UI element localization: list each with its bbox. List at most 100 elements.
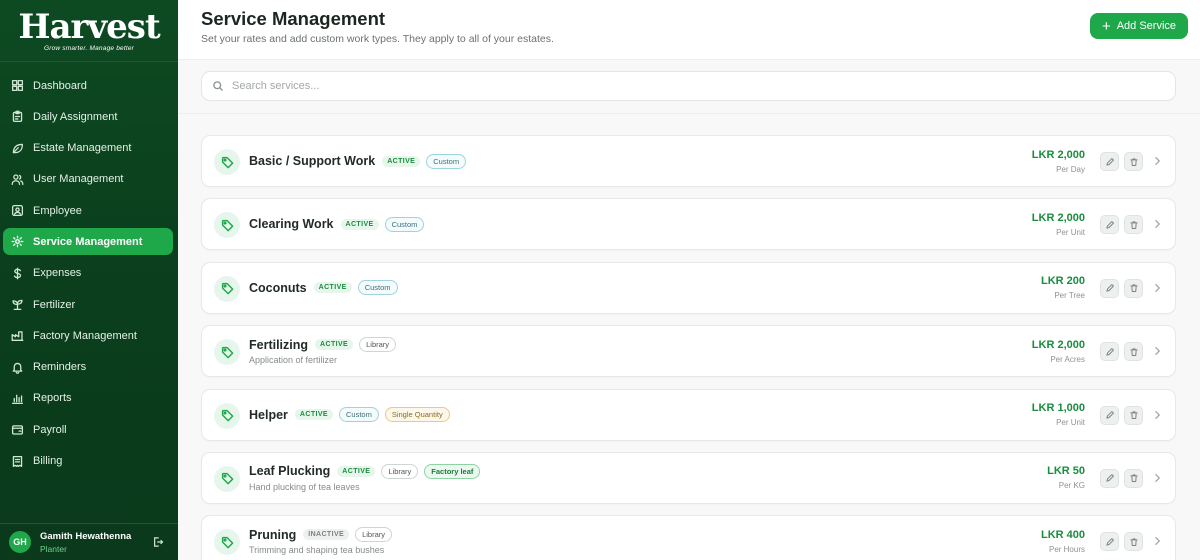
chevron-right-icon[interactable]: [1151, 409, 1163, 421]
service-unit: Per Acres: [1050, 354, 1085, 364]
edit-button[interactable]: [1100, 215, 1119, 235]
add-service-button[interactable]: + Add Service: [1090, 13, 1188, 39]
service-price: LKR 50: [1047, 465, 1085, 478]
price-box: LKR 50 Per KG: [1047, 465, 1085, 490]
service-name: Fertilizing: [249, 337, 309, 352]
pencil-icon: [1105, 411, 1114, 419]
service-card[interactable]: Helper ACTIVE Custom Single Quantity LKR …: [201, 388, 1176, 441]
pencil-icon: [1105, 474, 1114, 483]
delete-button[interactable]: [1124, 405, 1143, 425]
chevron-right-icon[interactable]: [1151, 345, 1163, 357]
sidebar-item-expenses[interactable]: Expenses: [3, 260, 173, 287]
chevron-right-icon[interactable]: [1151, 155, 1163, 167]
service-chip: Single Quantity: [384, 407, 450, 423]
sidebar-item-fertilizer[interactable]: Fertilizer: [3, 291, 173, 318]
service-description: Application of fertilizer: [249, 355, 338, 366]
brand-logo[interactable]: Harvest Grow smarter. Manage better: [0, 0, 178, 62]
edit-button[interactable]: [1100, 342, 1119, 362]
service-chip: Library: [359, 337, 397, 353]
logout-icon[interactable]: [152, 536, 164, 548]
status-badge: ACTIVE: [315, 339, 354, 351]
sidebar-item-reports[interactable]: Reports: [3, 385, 173, 412]
sidebar-item-factory-management[interactable]: Factory Management: [3, 322, 173, 349]
tag-icon-wrap: [214, 212, 240, 239]
delete-button[interactable]: [1124, 532, 1143, 552]
sidebar-item-label: Factory Management: [33, 329, 137, 342]
status-badge: ACTIVE: [340, 218, 379, 230]
delete-button[interactable]: [1124, 278, 1143, 298]
edit-button[interactable]: [1100, 278, 1119, 298]
price-box: LKR 2,000 Per Unit: [1032, 212, 1085, 237]
trash-icon: [1129, 411, 1138, 419]
sidebar-item-payroll[interactable]: Payroll: [3, 416, 173, 443]
edit-button[interactable]: [1100, 532, 1119, 552]
status-badge: ACTIVE: [294, 409, 333, 421]
sidebar-item-daily-assignment[interactable]: Daily Assignment: [3, 103, 173, 130]
trash-icon: [1129, 474, 1138, 483]
chevron-right-icon[interactable]: [1151, 535, 1163, 547]
service-unit: Per Unit: [1056, 227, 1085, 237]
sidebar-item-dashboard[interactable]: Dashboard: [3, 72, 173, 99]
service-chip: Custom: [384, 216, 425, 232]
tag-icon: [221, 156, 233, 168]
factory-icon: [11, 331, 24, 342]
service-card[interactable]: Pruning INACTIVE Library Trimming and sh…: [201, 515, 1176, 560]
sidebar-item-reminders[interactable]: Reminders: [3, 354, 173, 381]
edit-button[interactable]: [1100, 468, 1119, 488]
sidebar-item-label: Employee: [33, 204, 82, 217]
delete-button[interactable]: [1124, 152, 1143, 171]
user-profile[interactable]: GH Gamith Hewathenna Planter: [0, 523, 178, 560]
trash-icon: [1129, 538, 1138, 546]
tag-icon: [221, 473, 233, 485]
sidebar-item-user-management[interactable]: User Management: [3, 166, 173, 193]
sidebar-item-billing[interactable]: Billing: [3, 448, 173, 475]
tag-icon: [221, 346, 233, 359]
service-info: Clearing Work ACTIVE Custom: [249, 216, 430, 232]
service-unit: Per Hours: [1048, 544, 1085, 554]
sidebar-item-service-management[interactable]: Service Management: [3, 228, 173, 256]
price-box: LKR 1,000 Per Unit: [1032, 402, 1085, 427]
chevron-right-icon[interactable]: [1151, 472, 1163, 484]
user-name: Gamith Hewathenna: [40, 530, 132, 542]
search-icon: [213, 81, 223, 91]
sidebar-item-label: Fertilizer: [33, 298, 76, 311]
id-card-icon: [11, 205, 24, 217]
tag-icon-wrap: [214, 339, 240, 366]
chevron-right-icon[interactable]: [1151, 282, 1163, 294]
main-content: Service Management Set your rates and ad…: [178, 0, 1200, 560]
service-card[interactable]: Basic / Support Work ACTIVE Custom LKR 2…: [201, 135, 1176, 187]
service-card[interactable]: Leaf Plucking ACTIVE Library Factory leaf…: [201, 451, 1176, 504]
price-box: LKR 400 Per Hours: [1041, 529, 1085, 554]
sidebar-item-employee[interactable]: Employee: [3, 197, 173, 224]
tag-icon-wrap: [214, 465, 240, 492]
dollar-icon: [13, 267, 22, 280]
service-card[interactable]: Clearing Work ACTIVE Custom LKR 2,000 Pe…: [201, 198, 1176, 251]
delete-button[interactable]: [1124, 468, 1143, 488]
bell-icon: [12, 362, 23, 374]
trash-icon: [1129, 221, 1138, 229]
service-title-row: Helper ACTIVE Custom Single Quantity: [249, 407, 456, 423]
service-chip: Custom: [338, 407, 379, 423]
clipboard-icon: [12, 110, 23, 123]
tag-icon-wrap: [214, 149, 240, 175]
grid-icon: [11, 79, 24, 92]
sidebar-item-label: Payroll: [33, 423, 67, 436]
service-title-row: Pruning INACTIVE Library: [249, 527, 398, 543]
service-unit: Per Day: [1056, 164, 1085, 174]
service-card[interactable]: Coconuts ACTIVE Custom LKR 200 Per Tree: [201, 261, 1176, 314]
edit-button[interactable]: [1100, 405, 1119, 425]
delete-button[interactable]: [1124, 215, 1143, 235]
search-input[interactable]: [232, 80, 1132, 92]
service-card[interactable]: Fertilizing ACTIVE Library Application o…: [201, 325, 1176, 378]
trash-icon: [1129, 157, 1138, 166]
status-badge: ACTIVE: [337, 465, 376, 477]
sidebar-item-estate-management[interactable]: Estate Management: [3, 135, 173, 162]
service-info: Basic / Support Work ACTIVE Custom: [249, 153, 472, 169]
sidebar-item-label: Dashboard: [33, 79, 87, 92]
user-info: Gamith Hewathenna Planter: [40, 531, 152, 554]
edit-button[interactable]: [1100, 152, 1119, 171]
search-bar[interactable]: [201, 71, 1176, 101]
service-name: Leaf Plucking: [249, 464, 331, 479]
chevron-right-icon[interactable]: [1151, 218, 1163, 230]
delete-button[interactable]: [1124, 342, 1143, 362]
